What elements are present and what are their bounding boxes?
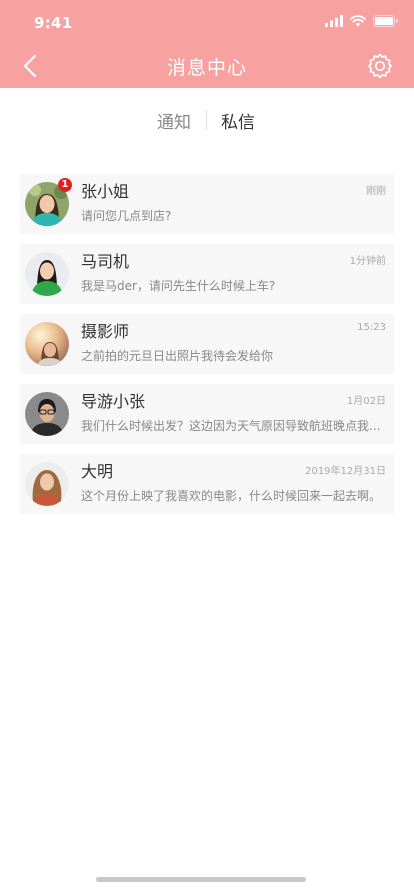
message-item[interactable]: 1 张小姐 刚刚 请问您几点到店? — [20, 174, 394, 234]
message-item[interactable]: 摄影师 15:23 之前拍的元旦日出照片我待会发给你 — [20, 314, 394, 374]
unread-badge: 1 — [58, 178, 72, 192]
message-preview: 我们什么时候出发？这边因为天气原因导致航班晚点我... — [81, 419, 381, 433]
wifi-icon — [350, 15, 366, 27]
contact-name: 马司机 — [81, 252, 130, 271]
message-list: 1 张小姐 刚刚 请问您几点到店? 马司机 1分钟前 我是马der，请问先生什么… — [20, 174, 394, 524]
page-title: 消息中心 — [166, 57, 247, 79]
nav-bar: 消息中心 — [0, 44, 414, 88]
message-preview: 之前拍的元旦日出照片我待会发给你 — [81, 349, 274, 363]
tab-private-messages[interactable]: 私信 — [221, 108, 255, 133]
header-bar: 9:41 消息中心 — [0, 0, 414, 88]
status-time: 9:41 — [34, 14, 73, 32]
message-item[interactable]: 马司机 1分钟前 我是马der，请问先生什么时候上车? — [20, 244, 394, 304]
avatar — [25, 392, 69, 436]
message-time: 1月02日 — [346, 396, 386, 407]
contact-name: 张小姐 — [81, 182, 130, 201]
message-time: 2019年12月31日 — [305, 466, 386, 477]
signal-icon — [325, 15, 343, 27]
contact-name: 大明 — [81, 462, 114, 481]
message-preview: 请问您几点到店? — [81, 209, 172, 223]
message-item[interactable]: 导游小张 1月02日 我们什么时候出发？这边因为天气原因导致航班晚点我... — [20, 384, 394, 444]
settings-button[interactable] — [364, 50, 396, 82]
tab-notifications[interactable]: 通知 — [157, 108, 191, 133]
message-time: 刚刚 — [366, 186, 386, 197]
message-time: 15:23 — [357, 322, 386, 333]
tab-divider — [206, 110, 207, 130]
contact-name: 摄影师 — [81, 322, 130, 341]
avatar — [25, 252, 69, 296]
status-icons — [325, 15, 398, 27]
contact-name: 导游小张 — [81, 392, 146, 411]
message-item[interactable]: 大明 2019年12月31日 这个月份上映了我喜欢的电影，什么时候回来一起去啊。 — [20, 454, 394, 514]
message-preview: 这个月份上映了我喜欢的电影，什么时候回来一起去啊。 — [81, 489, 382, 503]
tab-bar: 通知 私信 — [0, 108, 414, 134]
message-preview: 我是马der，请问先生什么时候上车? — [81, 279, 276, 293]
battery-icon — [373, 15, 398, 27]
home-indicator[interactable] — [96, 877, 306, 882]
avatar — [25, 322, 69, 366]
gear-icon — [367, 53, 393, 79]
status-bar: 9:41 — [0, 0, 414, 44]
message-time: 1分钟前 — [349, 256, 386, 267]
avatar — [25, 462, 69, 506]
